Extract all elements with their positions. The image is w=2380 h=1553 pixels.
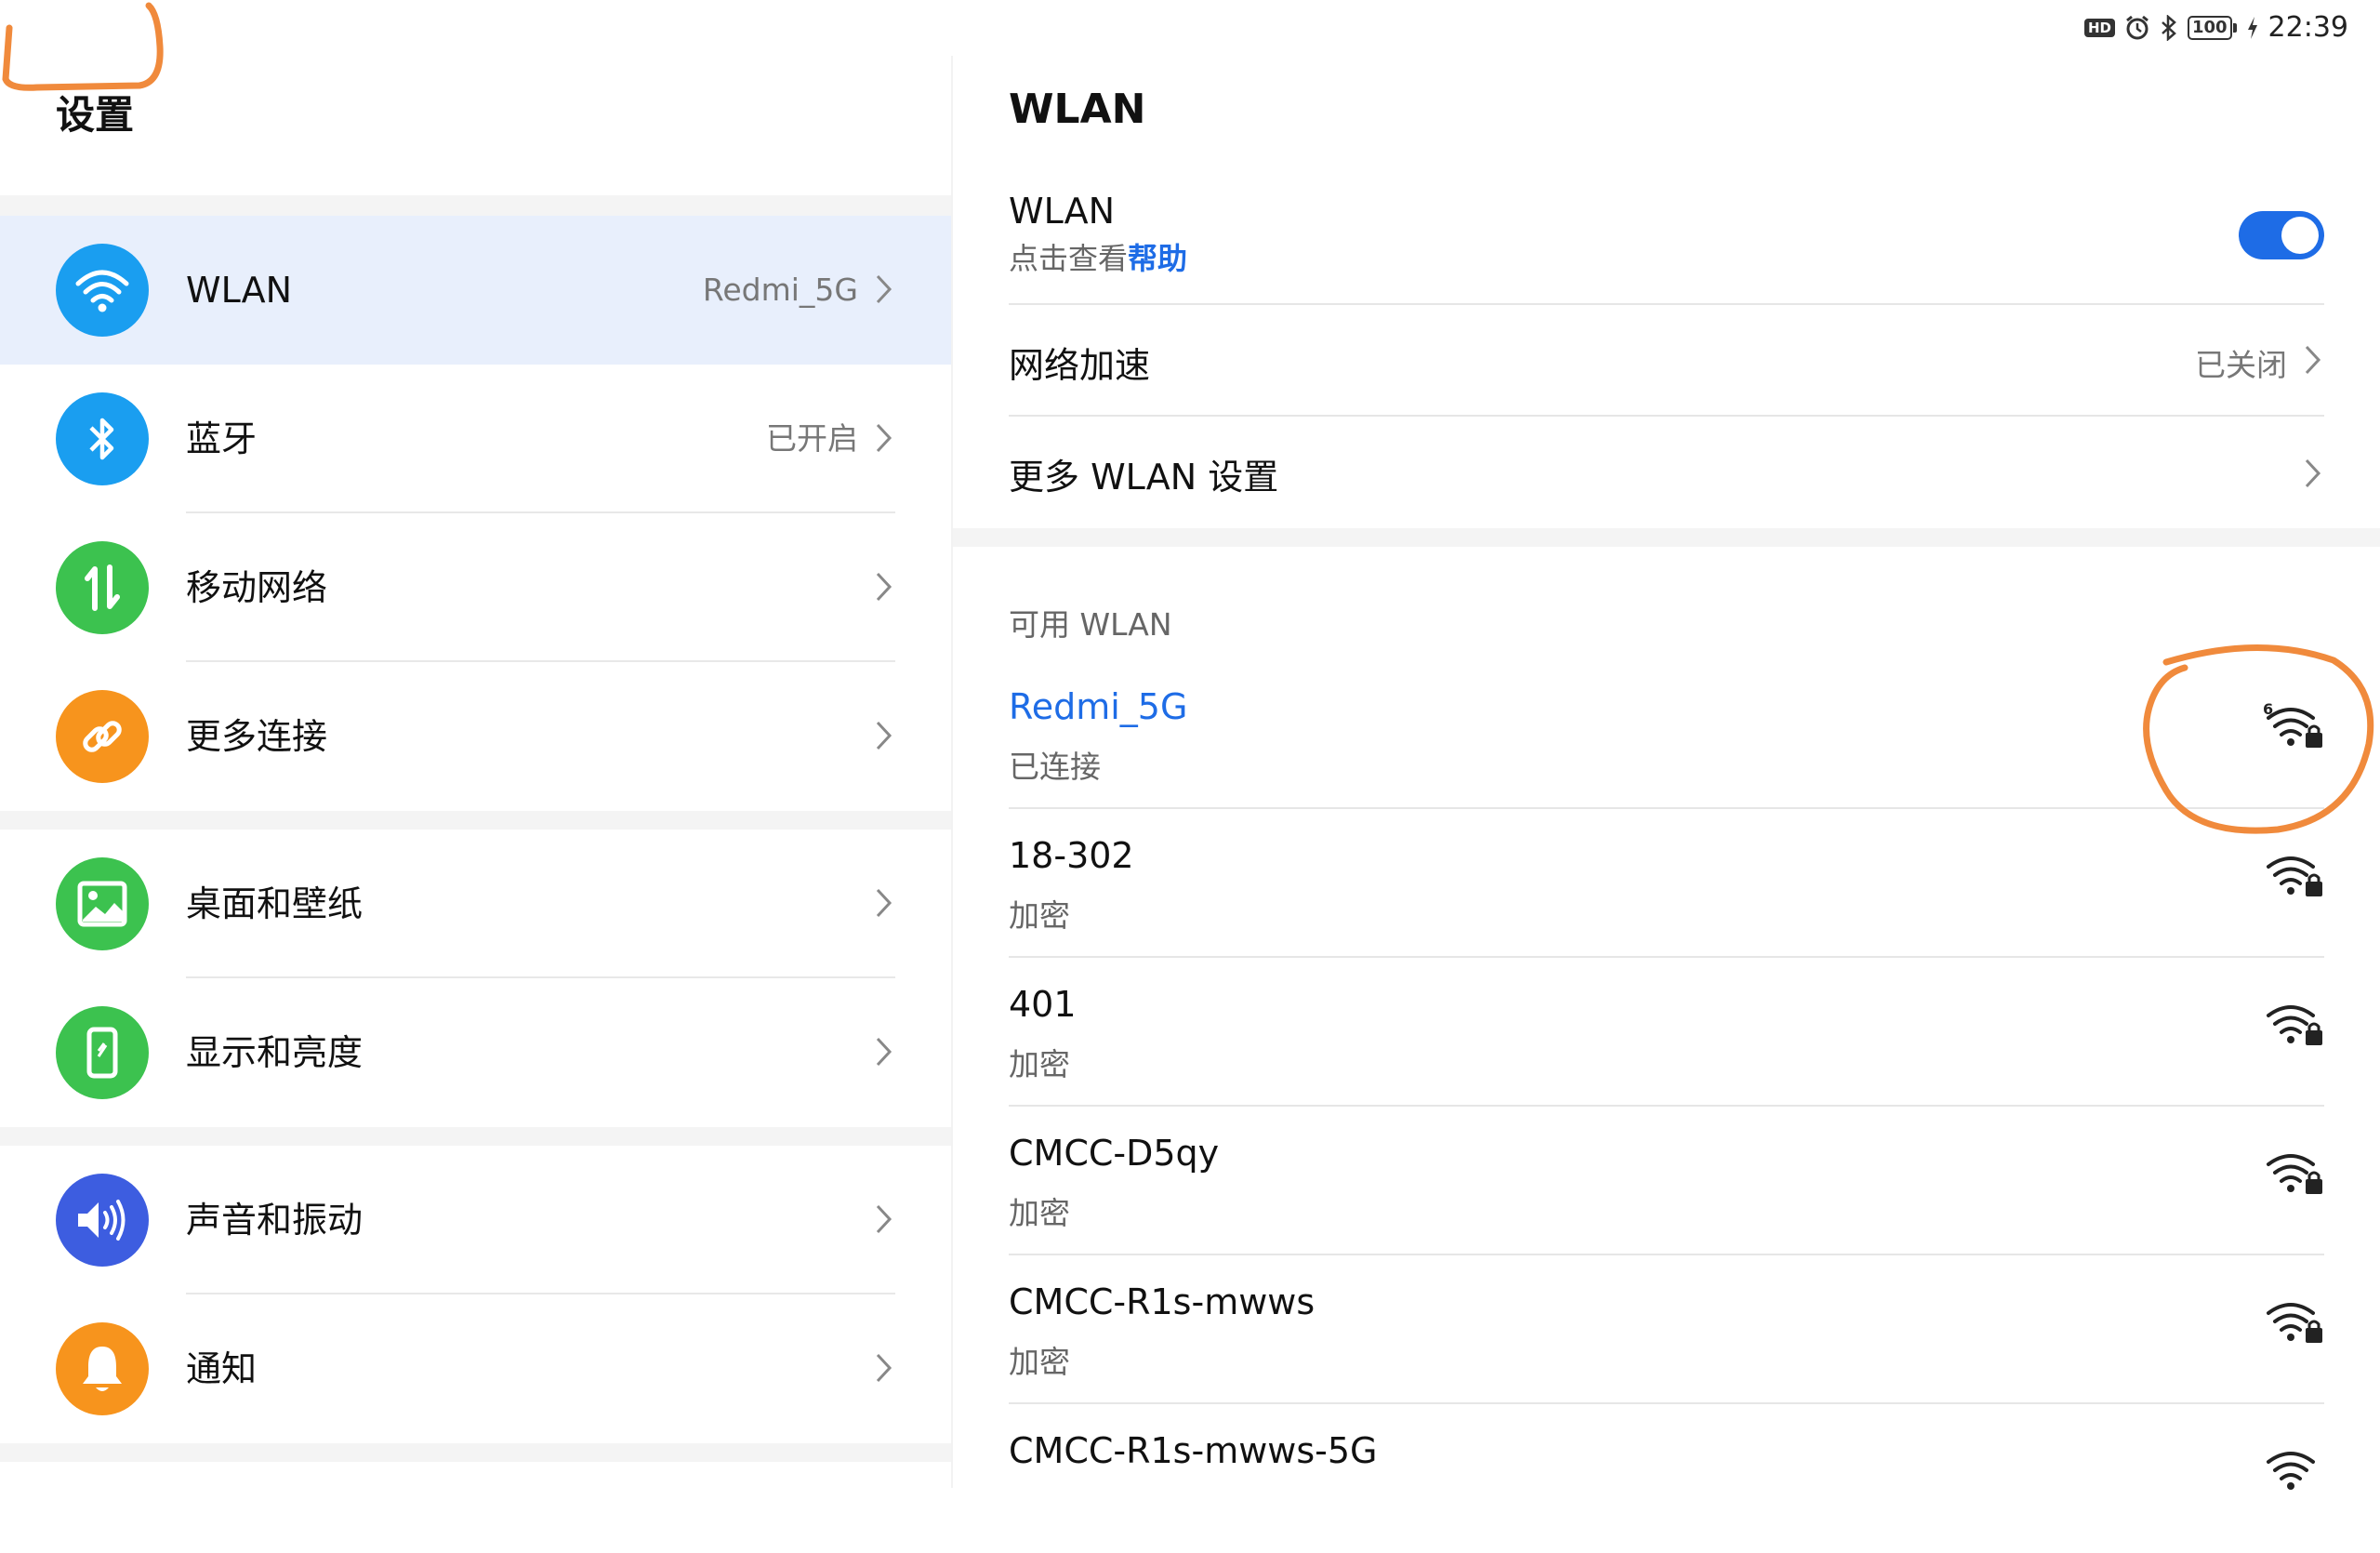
network-status: 加密 [1009,897,1070,934]
sidebar-item-mobile-network[interactable]: 移动网络 [0,513,951,662]
sound-icon [56,1174,149,1267]
sidebar-item-value: 已开启 [766,420,858,457]
network-accel-row[interactable]: 网络加速 [1009,337,2324,392]
network-name: 18-302 [1009,835,1134,876]
wifi-locked-icon [2267,1005,2322,1045]
sidebar-item-wlan[interactable]: WLAN Redmi_5G [0,216,951,365]
sidebar-item-label: 声音和振动 [186,1200,364,1241]
network-item-18-302[interactable]: 18-302 加密 [1009,809,2324,958]
wifi-locked-icon [2267,856,2322,896]
wlan-toggle-row: WLAN 点击查看帮助 [1009,191,2324,278]
chevron-right-icon [876,721,892,750]
chevron-right-icon [876,1204,892,1234]
network-accel-value: 已关闭 [2195,347,2287,383]
network-item-redmi-5g[interactable]: Redmi_5G 已连接 6 [1009,660,2324,809]
network-name: CMCC-R1s-mwws-5G [1009,1430,1378,1471]
network-name: Redmi_5G [1009,686,1188,727]
mobile-data-icon [56,541,149,634]
sidebar-item-notifications[interactable]: 通知 [0,1294,951,1443]
sidebar-item-label: 更多连接 [186,716,328,757]
chevron-right-icon [876,572,892,602]
help-link[interactable]: 帮助 [1128,241,1187,276]
chevron-right-icon [876,1353,892,1383]
chevron-right-icon [2305,345,2321,375]
network-item-401[interactable]: 401 加密 [1009,958,2324,1107]
detail-title: WLAN [1009,86,1146,133]
link-icon [56,690,149,783]
wifi-locked-icon [2267,1303,2322,1343]
help-prefix: 点击查看 [1009,241,1129,276]
sidebar-item-display[interactable]: 显示和亮度 [0,978,951,1127]
settings-sidebar: 设置 WLAN Redmi_5G 蓝牙 已开启 移动网络 更多连接 桌面和壁纸 … [0,0,951,1488]
network-status: 加密 [1009,1046,1070,1082]
section-gap [953,528,2380,547]
chevron-right-icon [876,274,892,304]
divider [1009,303,2324,305]
section-gap [0,811,951,830]
display-icon [56,1006,149,1099]
wlan-toggle-label: WLAN [1009,191,1116,232]
toggle-knob [2281,217,2319,254]
chevron-right-icon [2305,458,2321,488]
sidebar-item-wallpaper[interactable]: 桌面和壁纸 [0,830,951,978]
network-item-cmcc-r1s-mwws-5g[interactable]: CMCC-R1s-mwws-5G [1009,1404,2324,1553]
network-status: 加密 [1009,1344,1070,1380]
network-name: CMCC-R1s-mwws [1009,1281,1316,1322]
sidebar-item-value: Redmi_5G [702,272,858,308]
sidebar-item-sound[interactable]: 声音和振动 [0,1146,951,1294]
sidebar-item-label: 蓝牙 [186,418,258,459]
chevron-right-icon [876,1037,892,1067]
more-wlan-settings-row[interactable]: 更多 WLAN 设置 [1009,448,2324,504]
chevron-right-icon [876,423,892,453]
divider [1009,415,2324,417]
network-name: CMCC-D5qy [1009,1133,1220,1174]
sidebar-item-label: 显示和亮度 [186,1032,364,1073]
sidebar-item-more-connections[interactable]: 更多连接 [0,662,951,811]
section-gap [0,195,951,216]
sidebar-item-label: WLAN [186,270,293,311]
sidebar-item-label: 桌面和壁纸 [186,883,364,924]
sidebar-item-label: 通知 [186,1348,258,1389]
bell-icon [56,1322,149,1415]
more-wlan-settings-label: 更多 WLAN 设置 [1009,457,1279,498]
wlan-help-text: 点击查看帮助 [1009,235,2324,278]
section-gap [0,1443,951,1462]
chevron-right-icon [876,888,892,918]
wlan-detail-panel: WLAN WLAN 点击查看帮助 网络加速 已关闭 更多 WLAN 设置 可用 … [953,0,2380,1490]
network-item-cmcc-r1s-mwws[interactable]: CMCC-R1s-mwws 加密 [1009,1255,2324,1404]
wallpaper-icon [56,857,149,950]
sidebar-item-label: 移动网络 [186,567,328,608]
wifi-icon [56,244,149,337]
network-name: 401 [1009,984,1077,1025]
bluetooth-icon [56,392,149,485]
sidebar-item-bluetooth[interactable]: 蓝牙 已开启 [0,365,951,513]
network-accel-label: 网络加速 [1009,345,1151,386]
wifi-locked-6-icon: 6 [2263,700,2322,748]
network-item-cmcc-d5qy[interactable]: CMCC-D5qy 加密 [1009,1107,2324,1255]
network-status: 已连接 [1009,749,1101,785]
section-gap [0,1127,951,1146]
wlan-toggle-switch[interactable] [2239,211,2324,259]
wifi-locked-icon [2267,1452,2315,1490]
network-status: 加密 [1009,1195,1070,1231]
available-wlan-header: 可用 WLAN [1009,606,1172,643]
wifi-locked-icon [2267,1154,2322,1194]
page-title: 设置 [56,92,135,138]
